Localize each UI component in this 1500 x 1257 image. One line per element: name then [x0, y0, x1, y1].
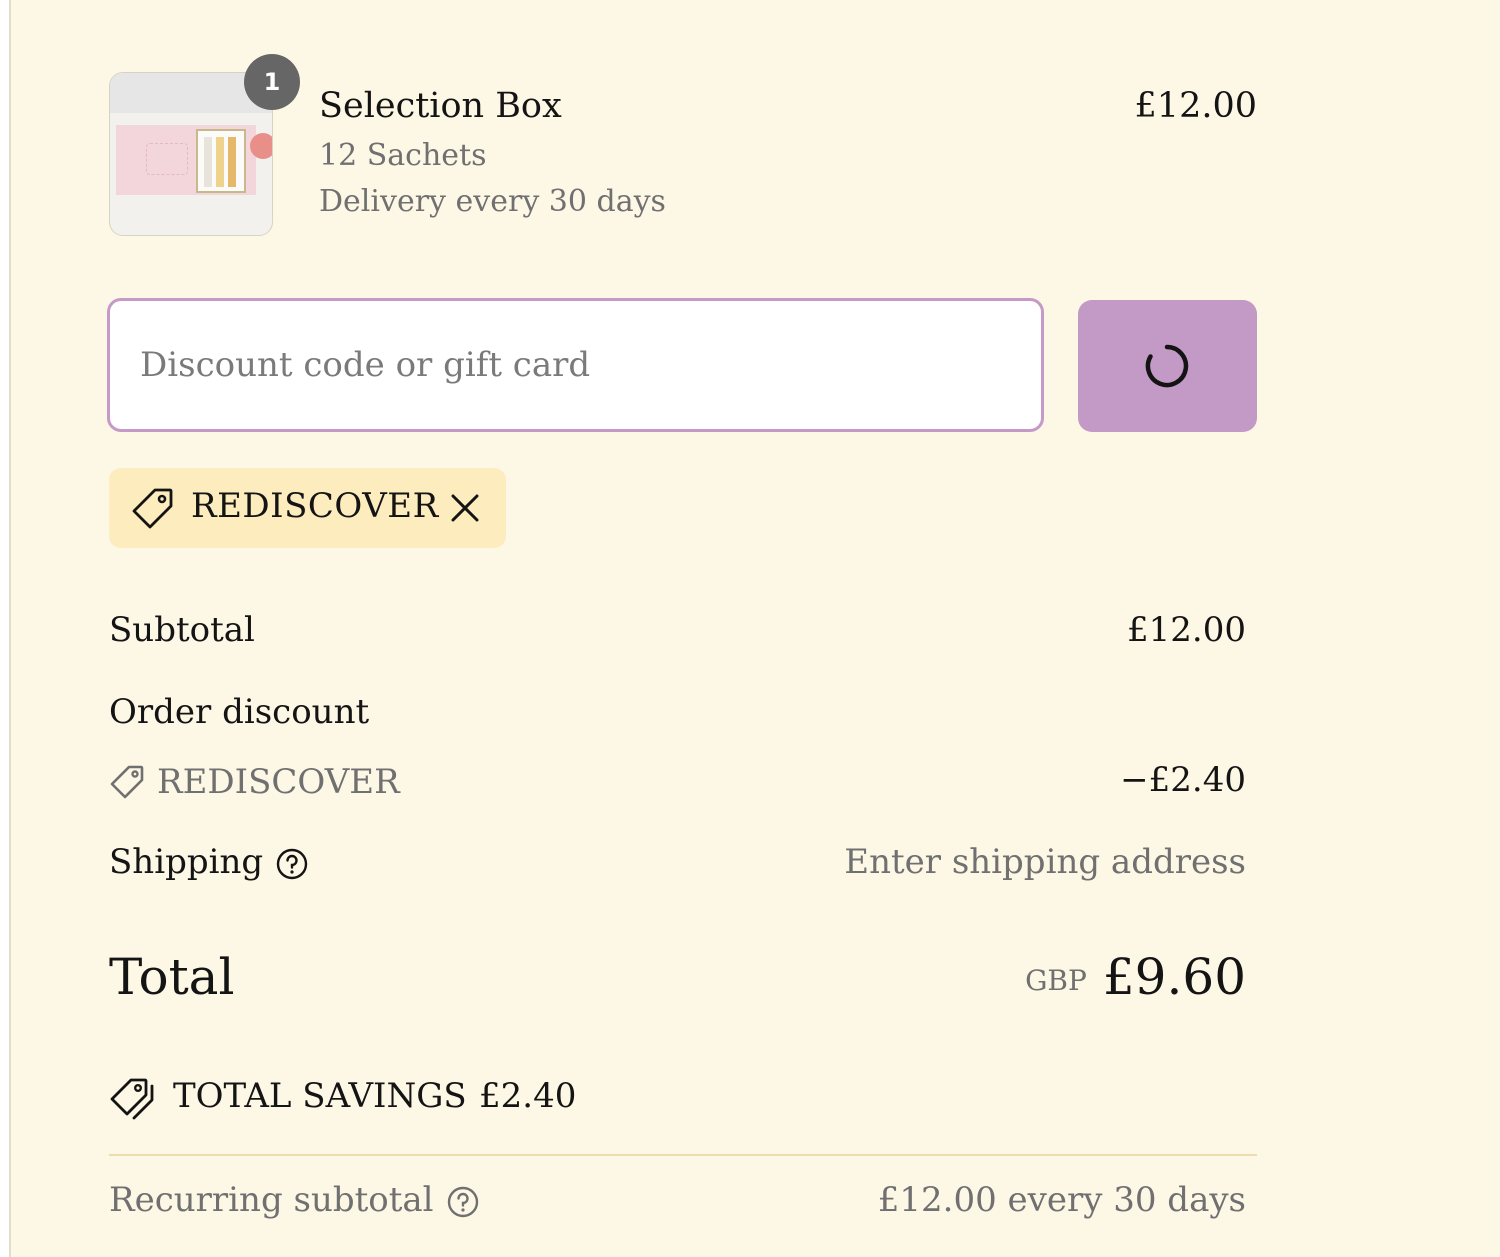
total-label: Total: [109, 948, 235, 1006]
loading-spinner-icon: [1145, 344, 1189, 388]
tag-icon: [132, 488, 173, 529]
product-delivery-frequency: Delivery every 30 days: [319, 184, 666, 219]
recurring-subtotal-label-row: Recurring subtotal: [109, 1180, 480, 1220]
apply-discount-button[interactable]: [1078, 300, 1257, 432]
product-title: Selection Box: [319, 86, 562, 126]
applied-discount-code: REDISCOVER: [191, 486, 439, 526]
total-savings-label: TOTAL SAVINGS: [173, 1076, 467, 1116]
discount-code-input[interactable]: [107, 298, 1044, 432]
quantity-badge: 1: [244, 54, 300, 110]
cart-line-item: 1 Selection Box 12 Sachets Delivery ever…: [109, 54, 1257, 242]
divider: [109, 1154, 1257, 1156]
tag-icon: [110, 765, 144, 799]
order-discount-code-text: REDISCOVER: [157, 762, 400, 802]
shipping-value: Enter shipping address: [844, 842, 1246, 882]
help-circle-icon[interactable]: [446, 1185, 480, 1219]
order-discount-label: Order discount: [109, 692, 370, 732]
shipping-label: Shipping: [109, 842, 264, 882]
subtotal-label: Subtotal: [109, 610, 255, 650]
order-summary-panel: 1 Selection Box 12 Sachets Delivery ever…: [9, 0, 1500, 1257]
applied-discount-tag: REDISCOVER: [109, 468, 506, 548]
currency-code: GBP: [1025, 964, 1087, 997]
product-price: £12.00: [1134, 86, 1257, 126]
remove-discount-close-icon[interactable]: [445, 488, 485, 528]
total-savings-amount: £2.40: [479, 1076, 577, 1116]
shipping-label-row: Shipping: [109, 842, 309, 882]
recurring-subtotal-value: £12.00 every 30 days: [877, 1180, 1246, 1220]
order-discount-value: −£2.40: [1120, 760, 1246, 800]
product-variant: 12 Sachets: [319, 138, 487, 173]
total-amount: £9.60: [1102, 948, 1246, 1006]
savings-tag-icon: [110, 1078, 154, 1120]
total-value-group: GBP £9.60: [1025, 948, 1246, 1006]
help-circle-icon[interactable]: [275, 847, 309, 881]
recurring-subtotal-label: Recurring subtotal: [109, 1180, 434, 1220]
subtotal-value: £12.00: [1127, 610, 1246, 650]
